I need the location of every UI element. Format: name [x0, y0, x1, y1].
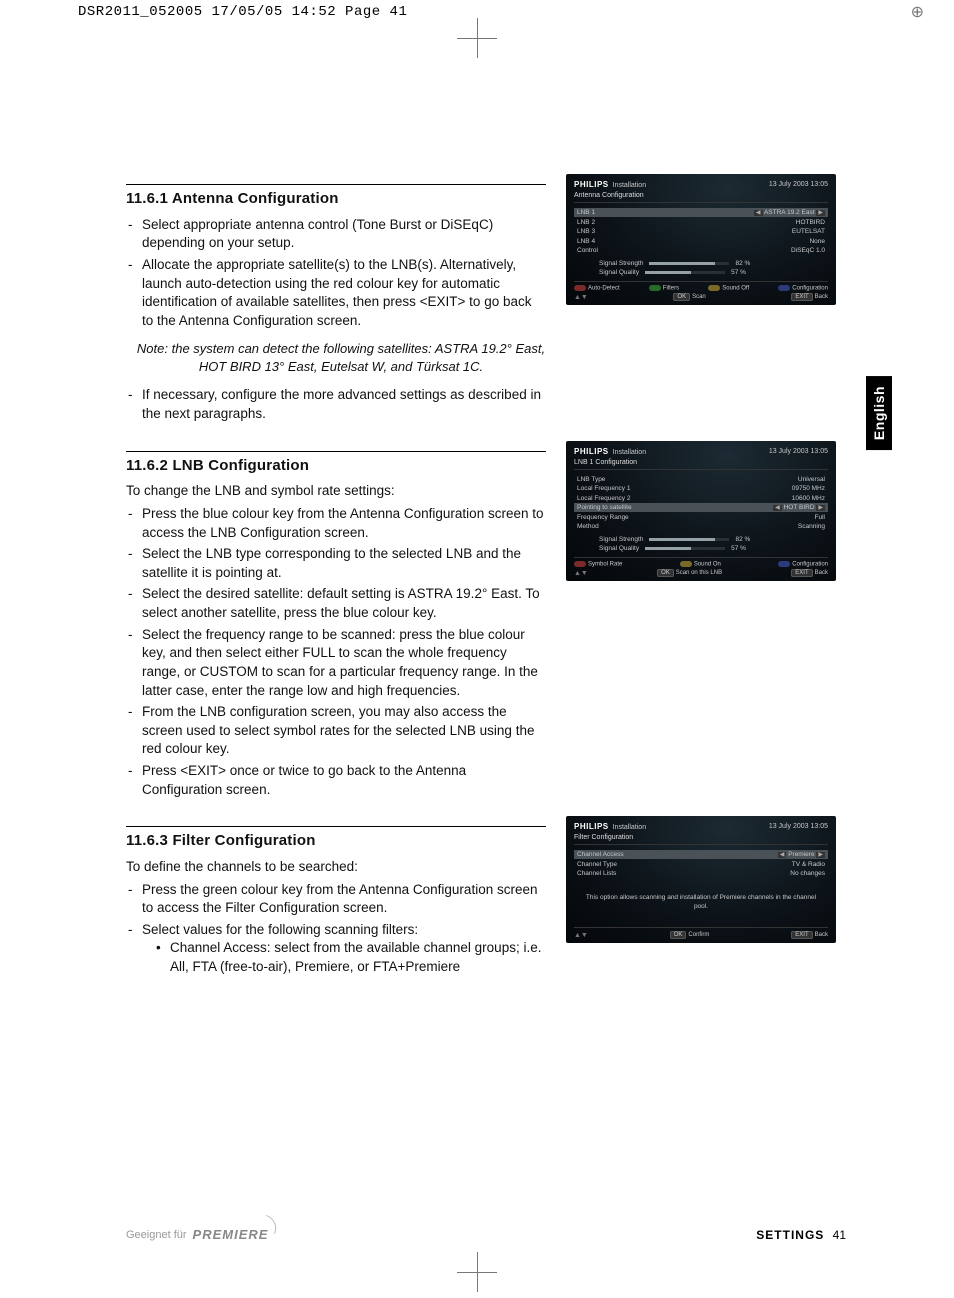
brand-sub: Installation	[613, 182, 646, 189]
s2-li4: Select the frequency range to be scanned…	[126, 626, 546, 701]
exit-button[interactable]: EXIT	[791, 569, 812, 577]
foot-config[interactable]: Configuration	[792, 286, 828, 292]
ok-button[interactable]: OK	[670, 931, 687, 939]
ok-button[interactable]: OK	[657, 569, 674, 577]
foot-confirm[interactable]: Confirm	[688, 932, 709, 938]
filter-message: This option allows scanning and installa…	[584, 894, 818, 911]
foot-sound[interactable]: Sound On	[694, 562, 721, 568]
cropmark-bottom	[457, 1252, 497, 1292]
s2-li2: Select the LNB type corresponding to the…	[126, 545, 546, 582]
crop-header: DSR2011_052005 17/05/05 14:52 Page 41	[78, 4, 407, 20]
row-type[interactable]: LNB TypeUniversal	[574, 475, 828, 484]
row-clists[interactable]: Channel ListsNo changes	[574, 869, 828, 878]
row-lf1[interactable]: Local Frequency 109750 MHz	[574, 484, 828, 493]
s3-li1: Press the green colour key from the Ante…	[126, 881, 546, 918]
foot-back[interactable]: Back	[815, 932, 828, 938]
sig-strength-val: 82 %	[735, 536, 750, 543]
foot-auto[interactable]: Auto-Detect	[588, 286, 620, 292]
exit-button[interactable]: EXIT	[791, 931, 812, 939]
heading-filter-config: 11.6.3 Filter Configuration	[126, 831, 546, 852]
s2-li5: From the LNB configuration screen, you m…	[126, 703, 546, 759]
foot-sound[interactable]: Sound Off	[722, 286, 749, 292]
sig-strength-label: Signal Strength	[599, 260, 643, 267]
sig-quality-val: 57 %	[731, 545, 746, 552]
crop-glyph: ⊕	[911, 2, 924, 22]
row-lf2[interactable]: Local Frequency 210600 MHz	[574, 494, 828, 503]
row-access[interactable]: Channel Access◀ Premiere ▶	[574, 850, 828, 859]
row-range[interactable]: Frequency RangeFull	[574, 513, 828, 522]
row-ctype[interactable]: Channel TypeTV & Radio	[574, 860, 828, 869]
footer-suited: Geeignet für	[126, 1229, 187, 1241]
s2-intro: To change the LNB and symbol rate settin…	[126, 482, 546, 501]
s1-li3: If necessary, configure the more advance…	[126, 386, 546, 423]
content: 11.6.1 Antenna Configuration Select appr…	[126, 174, 846, 994]
foot-scan[interactable]: Scan	[692, 294, 706, 300]
row-lnb2[interactable]: LNB 2HOTBIRD	[574, 218, 828, 227]
sig-strength-label: Signal Strength	[599, 536, 643, 543]
ok-button[interactable]: OK	[673, 293, 690, 301]
row-method[interactable]: MethodScanning	[574, 522, 828, 531]
premiere-logo: PREMIERE	[193, 1227, 277, 1242]
foot-back[interactable]: Back	[815, 294, 828, 300]
scr-title: LNB 1 Configuration	[574, 459, 828, 470]
foot-filters[interactable]: Filters	[663, 286, 679, 292]
sig-strength-val: 82 %	[735, 260, 750, 267]
nav-arrows-icon: ▲▼	[574, 932, 588, 939]
brand: PHILIPS	[574, 447, 609, 456]
heading-antenna-config: 11.6.1 Antenna Configuration	[126, 189, 546, 210]
s1-li2: Allocate the appropriate satellite(s) to…	[126, 256, 546, 331]
sig-quality-val: 57 %	[731, 269, 746, 276]
row-lnb3[interactable]: LNB 3EUTELSAT	[574, 227, 828, 236]
nav-arrows-icon: ▲▼	[574, 294, 588, 301]
datetime: 13 July 2003 13:05	[769, 448, 828, 455]
s3-intro: To define the channels to be searched:	[126, 858, 546, 877]
foot-config[interactable]: Configuration	[792, 562, 828, 568]
foot-symbol[interactable]: Symbol Rate	[588, 562, 622, 568]
datetime: 13 July 2003 13:05	[769, 181, 828, 188]
brand-sub: Installation	[613, 449, 646, 456]
language-tab: English	[866, 376, 892, 450]
s2-li3: Select the desired satellite: default se…	[126, 585, 546, 622]
row-lnb1[interactable]: LNB 1◀ ASTRA 19.2 East ▶	[574, 208, 828, 217]
footer-section: SETTINGS	[756, 1228, 824, 1242]
exit-button[interactable]: EXIT	[791, 293, 812, 301]
nav-arrows-icon: ▲▼	[574, 570, 588, 577]
heading-lnb-config: 11.6.2 LNB Configuration	[126, 456, 546, 477]
brand: PHILIPS	[574, 822, 609, 831]
screenshot-antenna: PHILIPS Installation 13 July 2003 13:05 A…	[566, 174, 836, 305]
datetime: 13 July 2003 13:05	[769, 823, 828, 830]
foot-back[interactable]: Back	[815, 570, 828, 576]
sig-quality-label: Signal Quality	[599, 545, 639, 552]
s3-sub1: Channel Access: select from the availabl…	[142, 939, 546, 976]
s1-note: Note: the system can detect the followin…	[136, 340, 546, 376]
foot-scan[interactable]: Scan on this LNB	[676, 570, 722, 576]
s2-li1: Press the blue colour key from the Anten…	[126, 505, 546, 542]
row-control[interactable]: ControlDiSEqC 1.0	[574, 246, 828, 255]
page: DSR2011_052005 17/05/05 14:52 Page 41 ⊕ …	[0, 0, 954, 1298]
s1-li1: Select appropriate antenna control (Tone…	[126, 216, 546, 253]
brand: PHILIPS	[574, 180, 609, 189]
s2-li6: Press <EXIT> once or twice to go back to…	[126, 762, 546, 799]
row-point[interactable]: Pointing to satellite◀ HOT BIRD ▶	[574, 503, 828, 512]
cropmark-top	[457, 18, 497, 58]
brand-sub: Installation	[613, 824, 646, 831]
screenshot-filter: PHILIPS Installation 13 July 2003 13:05 F…	[566, 816, 836, 943]
screenshot-lnb: PHILIPS Installation 13 July 2003 13:05 L…	[566, 441, 836, 581]
row-lnb4[interactable]: LNB 4None	[574, 237, 828, 246]
scr-title: Antenna Configuration	[574, 192, 828, 203]
page-number: 41	[833, 1228, 846, 1242]
scr-title: Filter Configuration	[574, 834, 828, 845]
s3-li2: Select values for the following scanning…	[126, 921, 546, 977]
footer: Geeignet für PREMIERE SETTINGS 41	[126, 1227, 846, 1242]
sig-quality-label: Signal Quality	[599, 269, 639, 276]
